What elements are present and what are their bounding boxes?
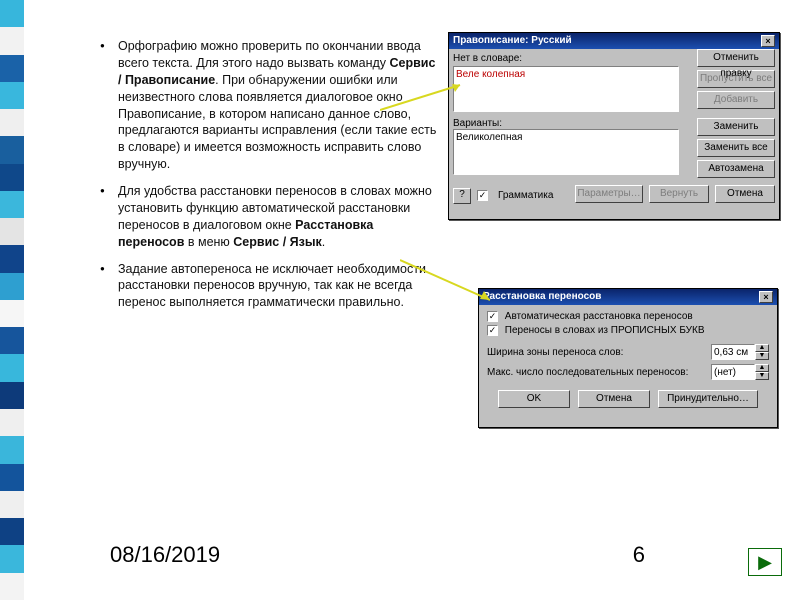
dialog-title: Правописание: Русский xyxy=(453,33,572,49)
replace-button[interactable]: Заменить xyxy=(697,118,775,136)
grammar-checkbox[interactable]: ✓ xyxy=(477,190,488,201)
revert-button[interactable]: Вернуть xyxy=(649,185,709,203)
auto-hyphen-checkbox[interactable]: ✓ xyxy=(487,311,498,322)
skip-all-button[interactable]: Пропустить все xyxy=(697,70,775,88)
auto-hyphen-label: Автоматическая расстановка переносов xyxy=(505,311,693,322)
params-button[interactable]: Параметры… xyxy=(575,185,643,203)
spin-down-icon: ▼ xyxy=(755,352,769,360)
decorative-stripes xyxy=(0,0,24,600)
hyphen-width-label: Ширина зоны переноса слов: xyxy=(487,347,623,358)
next-slide-button[interactable]: ▶ xyxy=(748,548,782,576)
spin-up-icon: ▲ xyxy=(755,364,769,372)
spellcheck-dialog: Правописание: Русский × Нет в словаре: В… xyxy=(448,32,780,220)
spin-up-icon: ▲ xyxy=(755,344,769,352)
undo-edit-button[interactable]: Отменить правку xyxy=(697,49,775,67)
variants-list[interactable]: Великолепная xyxy=(453,129,679,175)
dialog-titlebar: Расстановка переносов × xyxy=(479,289,777,305)
caps-hyphen-checkbox[interactable]: ✓ xyxy=(487,325,498,336)
force-button[interactable]: Принудительно… xyxy=(658,390,758,408)
footer-date: 08/16/2019 xyxy=(110,542,220,568)
cancel-button[interactable]: Отмена xyxy=(578,390,650,408)
help-icon[interactable]: ? xyxy=(453,188,471,204)
ok-button[interactable]: OK xyxy=(498,390,570,408)
dialog-title: Расстановка переносов xyxy=(483,289,601,305)
autoreplace-button[interactable]: Автозамена xyxy=(697,160,775,178)
bullet-item: Для удобства расстановки переносов в сло… xyxy=(100,183,440,251)
cancel-button[interactable]: Отмена xyxy=(715,185,775,203)
dialog-titlebar: Правописание: Русский × xyxy=(449,33,779,49)
grammar-label: Грамматика xyxy=(498,190,553,201)
close-icon[interactable]: × xyxy=(761,35,775,47)
bullet-list: Орфографию можно проверить по окончании … xyxy=(100,38,440,311)
slide-text: Орфографию можно проверить по окончании … xyxy=(100,38,440,321)
hyphenation-dialog: Расстановка переносов × ✓ Автоматическая… xyxy=(478,288,778,428)
replace-all-button[interactable]: Заменить все xyxy=(697,139,775,157)
hyphen-width-spinner[interactable]: ▲▼ xyxy=(711,344,769,360)
close-icon[interactable]: × xyxy=(759,291,773,303)
add-button[interactable]: Добавить xyxy=(697,91,775,109)
caps-hyphen-label: Переносы в словах из ПРОПИСНЫХ БУКВ xyxy=(505,325,705,336)
misspelled-word-box: Веле колепная xyxy=(453,66,679,112)
bullet-item: Задание автопереноса не исключает необхо… xyxy=(100,261,440,312)
bullet-item: Орфографию можно проверить по окончании … xyxy=(100,38,440,173)
spin-down-icon: ▼ xyxy=(755,372,769,380)
max-hyphens-spinner[interactable]: ▲▼ xyxy=(711,364,769,380)
max-hyphens-label: Макс. число последовательных переносов: xyxy=(487,367,688,378)
page-number: 6 xyxy=(633,542,645,568)
